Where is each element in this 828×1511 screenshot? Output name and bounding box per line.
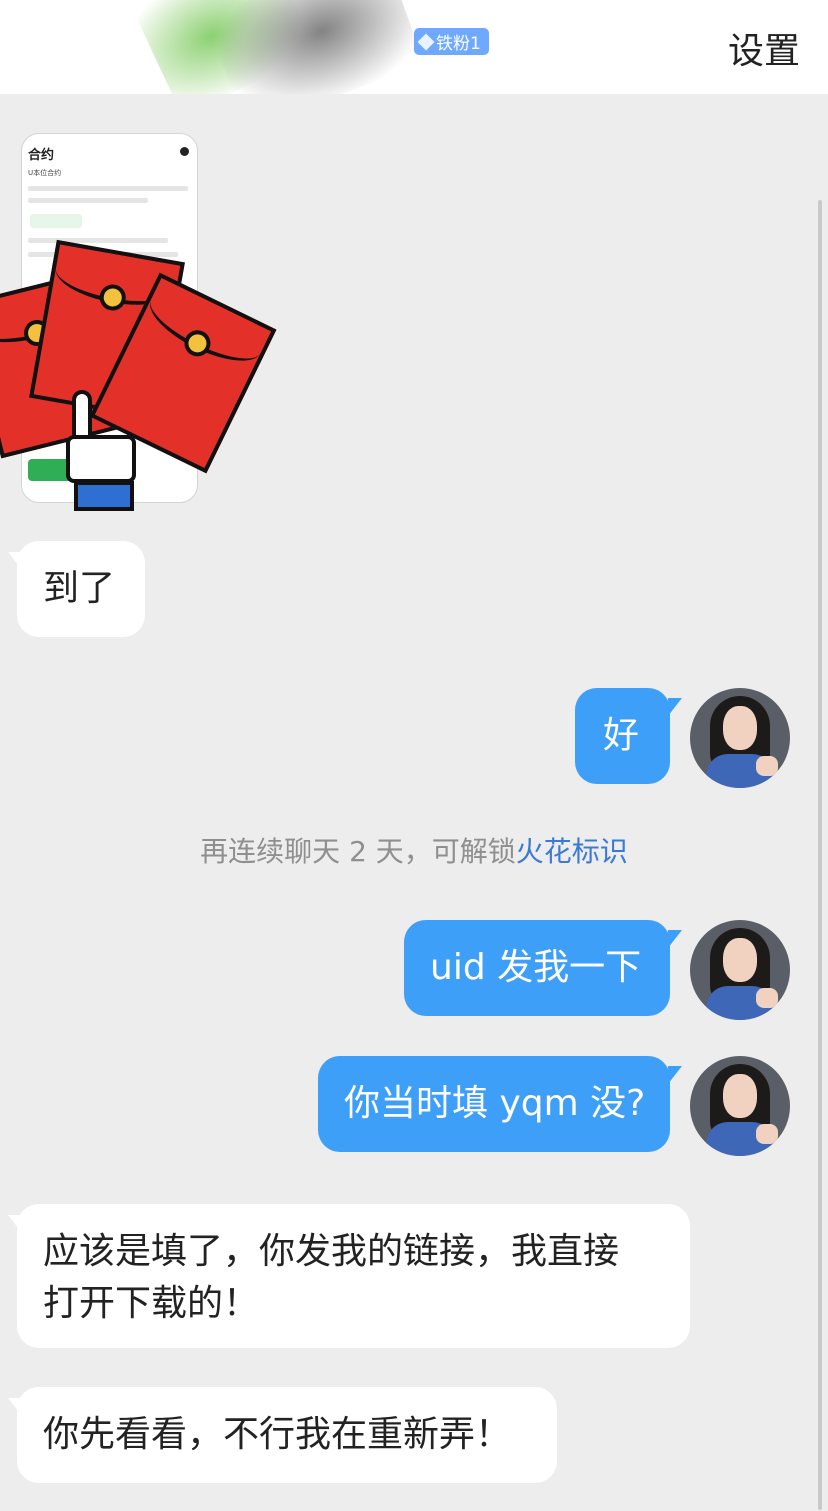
message-bubble-sent[interactable]: 好 (575, 688, 670, 784)
message-bubble-received[interactable]: 应该是填了，你发我的链接，我直接打开下载的！ (17, 1204, 690, 1348)
message-text: 应该是填了，你发我的链接，我直接打开下载的！ (43, 1231, 620, 1324)
settings-button[interactable]: 设置 (728, 22, 800, 74)
pointing-hand-palm (66, 435, 136, 483)
message-bubble-sent[interactable]: uid 发我一下 (404, 920, 670, 1016)
info-icon (180, 147, 189, 156)
phone-title: 合约 (28, 148, 55, 163)
message-text: 好 (603, 715, 640, 756)
message-text: 你先看看，不行我在重新弄！ (43, 1414, 512, 1455)
red-envelope-sticker[interactable]: 合约 U本位合约 (0, 125, 300, 525)
bubble-tail (668, 698, 682, 716)
fan-badge-label: 铁粉1 (436, 34, 481, 54)
avatar[interactable] (690, 688, 790, 788)
message-text: 你当时填 yqm 没? (344, 1083, 646, 1124)
phone-open-tab (30, 214, 82, 228)
message-bubble-received[interactable]: 到了 (17, 541, 145, 637)
message-bubble-sent[interactable]: 你当时填 yqm 没? (318, 1056, 670, 1152)
fan-level-badge: 铁粉1 (414, 28, 489, 55)
avatar[interactable] (690, 920, 790, 1020)
bubble-tail (668, 930, 682, 948)
bubble-tail (668, 1066, 682, 1084)
spark-badge-link[interactable]: 火花标识 (516, 835, 628, 868)
phone-row (28, 198, 148, 203)
message-text: 到了 (43, 568, 116, 609)
avatar[interactable] (690, 1056, 790, 1156)
streak-notice: 再连续聊天 2 天，可解锁火花标识 (0, 830, 828, 870)
streak-notice-text: 再连续聊天 2 天，可解锁 (200, 835, 516, 868)
message-bubble-received[interactable]: 你先看看，不行我在重新弄！ (17, 1387, 557, 1483)
pointing-hand-cuff (74, 481, 134, 511)
top-bar: 铁粉1 设置 (0, 0, 828, 94)
header-decoration-gray (205, 0, 425, 94)
phone-tab: U本位合约 (28, 169, 62, 177)
message-text: uid 发我一下 (430, 947, 642, 988)
phone-row (28, 238, 168, 243)
diamond-icon (417, 33, 435, 50)
phone-row (28, 186, 188, 191)
